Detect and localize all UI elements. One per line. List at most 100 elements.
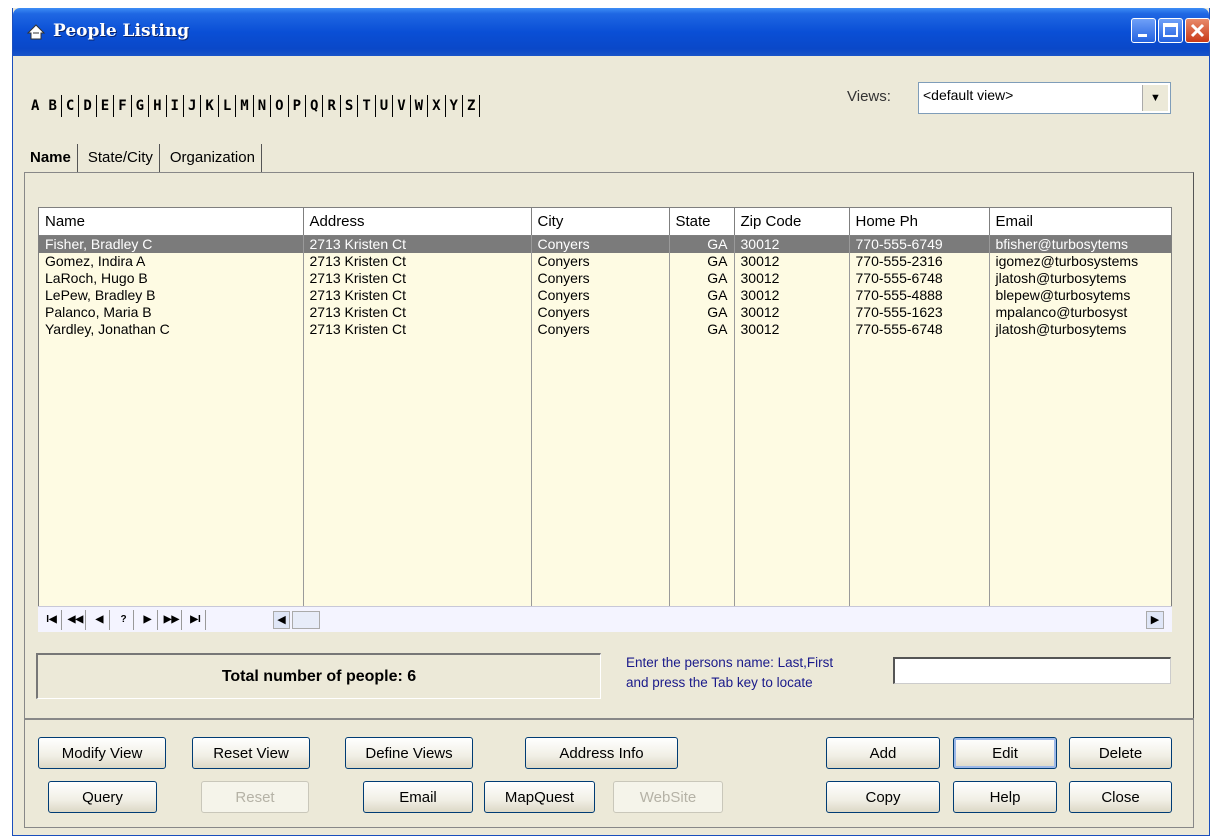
alpha-filter-g[interactable]: G [132, 95, 150, 117]
alpha-filter-r[interactable]: R [323, 95, 341, 117]
alpha-filter-a[interactable]: A [27, 95, 44, 117]
alpha-filter-v[interactable]: V [393, 95, 411, 117]
window-title: People Listing [53, 21, 190, 41]
maximize-button[interactable] [1158, 18, 1183, 43]
alpha-filter-q[interactable]: Q [306, 95, 324, 117]
locate-name-input[interactable] [893, 657, 1171, 684]
alpha-filter-s[interactable]: S [341, 95, 359, 117]
table-row[interactable]: Fisher, Bradley C 2713 Kristen Ct Conyers G… [39, 235, 1171, 253]
alpha-filter-o[interactable]: O [271, 95, 289, 117]
table-row[interactable]: Gomez, Indira A 2713 Kristen Ct Conyers GA 3… [39, 252, 1171, 270]
cell-name: Yardley, Jonathan C [39, 320, 304, 338]
record-navigator: I◀ ◀◀ ◀ ? ▶ ▶▶ ▶I ◀ ▶ [38, 606, 1172, 632]
column-header-city[interactable]: City [531, 208, 670, 236]
reset-view-button[interactable]: Reset View [192, 737, 310, 769]
mapquest-button[interactable]: MapQuest [484, 781, 595, 813]
people-grid[interactable]: Name Address City State Zip Code Home Ph Email… [38, 207, 1172, 632]
tab-state-city[interactable]: State/City [82, 144, 160, 172]
modify-view-button[interactable]: Modify View [38, 737, 166, 769]
alpha-filter-l[interactable]: L [219, 95, 237, 117]
cell-zip: 30012 [734, 269, 850, 287]
alpha-filter-e[interactable]: E [97, 95, 115, 117]
column-divider [669, 235, 670, 631]
table-row[interactable]: LaRoch, Hugo B 2713 Kristen Ct Conyers GA 30… [39, 269, 1171, 287]
table-row[interactable]: Yardley, Jonathan C 2713 Kristen Ct Conyer… [39, 320, 1171, 338]
last-record-icon[interactable]: ▶I [186, 609, 206, 630]
alpha-filter-f[interactable]: F [114, 95, 132, 117]
tab-organization[interactable]: Organization [164, 144, 262, 172]
dropdown-arrow-icon[interactable]: ▼ [1142, 85, 1168, 111]
alpha-filter-t[interactable]: T [358, 95, 376, 117]
scroll-right-icon[interactable]: ▶ [1146, 611, 1164, 629]
alpha-filter-h[interactable]: H [149, 95, 167, 117]
edit-button[interactable]: Edit [953, 737, 1057, 769]
column-header-email[interactable]: Email [989, 208, 1171, 236]
alpha-filter-i[interactable]: I [167, 95, 184, 117]
scroll-left-icon[interactable]: ◀ [273, 611, 290, 629]
cell-name: LaRoch, Hugo B [39, 269, 304, 287]
tab-bar: Name State/City Organization [24, 140, 266, 172]
email-button[interactable]: Email [363, 781, 473, 813]
reset-button[interactable]: Reset [201, 781, 309, 813]
column-header-address[interactable]: Address [303, 208, 532, 236]
cell-email: jlatosh@turbosytems [989, 269, 1171, 287]
views-dropdown[interactable]: <default view> ▼ [918, 82, 1171, 114]
cell-home-phone: 770-555-1623 [849, 303, 990, 321]
cell-zip: 30012 [734, 303, 850, 321]
define-views-button[interactable]: Define Views [345, 737, 473, 769]
next-page-icon[interactable]: ▶▶ [162, 609, 182, 630]
horizontal-scrollbar-thumb[interactable] [292, 611, 320, 629]
cell-city: Conyers [531, 252, 670, 270]
minimize-button[interactable] [1131, 18, 1156, 43]
help-record-icon[interactable]: ? [114, 609, 134, 630]
first-record-icon[interactable]: I◀ [42, 609, 62, 630]
next-record-icon[interactable]: ▶ [138, 609, 158, 630]
column-divider [734, 235, 735, 631]
cell-address: 2713 Kristen Ct [303, 286, 532, 304]
delete-button[interactable]: Delete [1069, 737, 1172, 769]
alpha-filter-z[interactable]: Z [463, 95, 481, 117]
alpha-filter-j[interactable]: J [184, 95, 202, 117]
table-header-row: Name Address City State Zip Code Home Ph Email [39, 208, 1171, 236]
tab-name[interactable]: Name [24, 144, 78, 172]
cell-zip: 30012 [734, 235, 850, 253]
alpha-filter-x[interactable]: X [428, 95, 446, 117]
table-row[interactable]: LePew, Bradley B 2713 Kristen Ct Conyers GA… [39, 286, 1171, 304]
alpha-filter-w[interactable]: W [411, 95, 429, 117]
alpha-filter-u[interactable]: U [376, 95, 394, 117]
previous-record-icon[interactable]: ◀ [90, 609, 110, 630]
close-window-button[interactable] [1185, 18, 1210, 43]
alpha-filter-k[interactable]: K [201, 95, 219, 117]
column-header-home-ph[interactable]: Home Ph [849, 208, 990, 236]
cell-name: Fisher, Bradley C [39, 235, 304, 253]
title-bar[interactable]: People Listing [13, 8, 1210, 56]
website-button[interactable]: WebSite [613, 781, 723, 813]
locate-hint-line2: and press the Tab key to locate [626, 675, 813, 690]
previous-page-icon[interactable]: ◀◀ [66, 609, 86, 630]
views-label: Views: [847, 88, 891, 105]
column-header-state[interactable]: State [669, 208, 735, 236]
cell-city: Conyers [531, 320, 670, 338]
column-divider [531, 235, 532, 631]
alpha-filter-y[interactable]: Y [446, 95, 463, 117]
help-button[interactable]: Help [953, 781, 1057, 813]
alpha-filter-b[interactable]: B [44, 95, 62, 117]
column-header-zip-code[interactable]: Zip Code [734, 208, 850, 236]
query-button[interactable]: Query [48, 781, 157, 813]
close-button[interactable]: Close [1069, 781, 1172, 813]
alpha-filter-m[interactable]: M [236, 95, 254, 117]
cell-state: GA [669, 286, 735, 304]
alpha-filter-n[interactable]: N [254, 95, 272, 117]
table-row[interactable]: Palanco, Maria B 2713 Kristen Ct Conyers GA… [39, 303, 1171, 321]
cell-email: blepew@turbosytems [989, 286, 1171, 304]
address-info-button[interactable]: Address Info [525, 737, 678, 769]
cell-city: Conyers [531, 235, 670, 253]
column-header-name[interactable]: Name [39, 208, 304, 236]
alpha-filter-p[interactable]: P [289, 95, 306, 117]
minimize-icon [1138, 34, 1147, 37]
copy-button[interactable]: Copy [826, 781, 940, 813]
cell-zip: 30012 [734, 252, 850, 270]
add-button[interactable]: Add [826, 737, 940, 769]
alpha-filter-d[interactable]: D [79, 95, 97, 117]
alpha-filter-c[interactable]: C [62, 95, 80, 117]
